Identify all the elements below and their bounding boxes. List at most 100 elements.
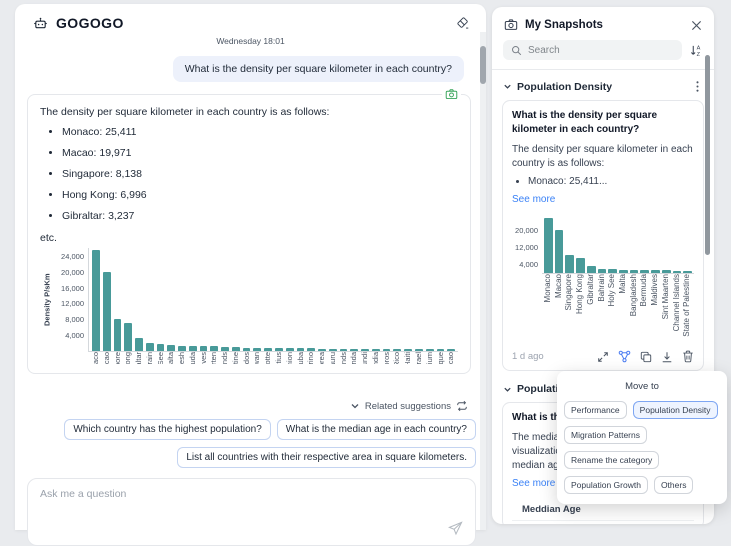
suggestion-chip[interactable]: List all countries with their respective… xyxy=(177,447,476,468)
bar xyxy=(286,348,294,351)
bar xyxy=(297,348,305,351)
sidebar-scrollbar-thumb[interactable] xyxy=(705,55,710,255)
snapshot-chart-title: Meddian Age xyxy=(512,504,694,521)
see-more-link[interactable]: See more xyxy=(512,194,555,205)
x-tick-label: Gibraltar xyxy=(135,352,143,364)
bar xyxy=(404,349,412,351)
snapshot-actions xyxy=(597,350,694,363)
x-tick-label: Taiwan xyxy=(253,352,261,364)
expand-icon[interactable] xyxy=(597,351,609,363)
chat-scrollbar-track[interactable] xyxy=(480,32,486,530)
x-axis-labels: MonacoMacaoSingaporeHong KongGibraltarBa… xyxy=(542,274,694,344)
y-axis-ticks: 4,00012,00020,000 xyxy=(512,217,542,274)
x-tick-label: Holy See xyxy=(608,274,617,306)
x-tick-label: Macao xyxy=(555,274,564,298)
x-tick-label: Belgium xyxy=(426,352,434,364)
camera-icon xyxy=(504,18,518,32)
x-tick-label: Maldives xyxy=(200,352,208,364)
download-icon[interactable] xyxy=(661,351,673,363)
x-tick-label: Bermuda xyxy=(640,274,649,306)
bar xyxy=(92,250,100,351)
snapshot-camera-icon[interactable] xyxy=(442,88,461,101)
sidebar-title: My Snapshots xyxy=(525,19,603,31)
category-chip[interactable]: Population Growth xyxy=(564,476,648,494)
search-input[interactable] xyxy=(528,45,674,56)
sidebar-header: My Snapshots xyxy=(492,7,714,40)
svg-text:A: A xyxy=(697,45,701,51)
chevron-down-icon[interactable] xyxy=(350,401,360,411)
x-tick-label: Singapore xyxy=(114,352,122,364)
app-title: GOGOGO xyxy=(56,15,124,31)
snapshot-age: 1 d ago xyxy=(512,351,544,362)
suggestion-row-1: Which country has the highest population… xyxy=(15,419,476,440)
category-chip[interactable]: Rename the category xyxy=(564,451,659,469)
kebab-menu-icon[interactable] xyxy=(692,80,703,93)
x-tick-label: Aruba xyxy=(297,352,305,364)
move-to-category-icon[interactable] xyxy=(618,350,631,363)
bar xyxy=(544,218,553,273)
category-chip[interactable]: Others xyxy=(654,476,694,494)
bar xyxy=(555,230,564,273)
snapshot-bullet-list: Monaco: 25,411... xyxy=(512,175,694,189)
section-population-density[interactable]: Population Density xyxy=(502,78,704,100)
x-tick-label: Malta xyxy=(167,352,175,364)
bar xyxy=(232,347,240,351)
popup-row-2: Migration Patterns xyxy=(564,426,720,444)
related-suggestions-label[interactable]: Related suggestions xyxy=(365,401,451,412)
x-tick-label: Bahrain xyxy=(146,352,154,364)
chevron-down-icon[interactable] xyxy=(503,82,512,91)
popup-row-3: Rename the category xyxy=(564,451,720,469)
send-icon[interactable] xyxy=(448,521,463,536)
snapshot-bullet: Monaco: 25,411... xyxy=(528,175,694,189)
y-axis-ticks: 4,0008,00012,00016,00020,00024,000 xyxy=(54,248,88,352)
x-tick-label: Martinique xyxy=(437,352,445,364)
x-tick-label: Sint Maarten xyxy=(662,274,671,319)
response-bullet: Hong Kong: 6,996 xyxy=(62,185,458,206)
question-input-box[interactable] xyxy=(27,478,476,546)
category-chip[interactable]: Performance xyxy=(564,401,627,419)
bar xyxy=(673,271,682,273)
chat-scrollbar-thumb[interactable] xyxy=(480,46,486,84)
bar xyxy=(307,348,315,351)
copy-icon[interactable] xyxy=(640,351,652,363)
snapshot-thumbnail-chart: 4,00012,00020,000 MonacoMacaoSingaporeHo… xyxy=(512,217,694,344)
suggestion-chip[interactable]: Which country has the highest population… xyxy=(64,419,270,440)
close-icon[interactable] xyxy=(691,20,702,31)
category-chip[interactable]: Migration Patterns xyxy=(564,426,647,444)
x-tick-label: Reunion xyxy=(286,352,294,364)
x-tick-label: Curacao xyxy=(447,352,455,364)
move-to-popup: Move to PerformancePopulation Density Mi… xyxy=(557,371,727,504)
bar xyxy=(426,349,434,351)
bar xyxy=(103,272,111,351)
section-label: Population Density xyxy=(517,81,612,93)
x-tick-label: Puerto Rico xyxy=(393,352,401,364)
trash-icon[interactable] xyxy=(682,350,694,363)
response-intro: The density per square kilometer in each… xyxy=(40,106,458,118)
x-axis-labels: MonacoMacaoSingaporeHong KongGibraltarBa… xyxy=(89,352,458,364)
bar xyxy=(124,323,132,351)
y-tick: 20,000 xyxy=(61,268,84,277)
refresh-icon[interactable] xyxy=(456,400,468,412)
see-more-link[interactable]: See more xyxy=(512,478,555,489)
bar xyxy=(318,349,326,351)
y-tick: 16,000 xyxy=(61,284,84,293)
question-input[interactable] xyxy=(40,488,421,518)
search-box[interactable] xyxy=(503,40,682,60)
x-tick-label: Haiti xyxy=(404,352,412,364)
eraser-icon[interactable] xyxy=(456,16,470,30)
x-tick-label: Burundi xyxy=(361,352,369,364)
bar xyxy=(393,349,401,351)
sort-icon[interactable]: A Z xyxy=(690,44,703,57)
y-tick: 4,000 xyxy=(65,331,84,340)
suggestion-chip[interactable]: What is the median age in each country? xyxy=(277,419,476,440)
chevron-down-icon[interactable] xyxy=(503,385,512,394)
bar xyxy=(243,348,251,351)
category-chip[interactable]: Population Density xyxy=(633,401,718,419)
plot-area xyxy=(542,217,694,274)
bar xyxy=(350,349,358,351)
x-tick-label: Barbados xyxy=(243,352,251,364)
bar xyxy=(200,346,208,351)
x-tick-label: Mayotte xyxy=(264,352,272,364)
x-tick-label: Singapore xyxy=(565,274,574,310)
snapshot-card[interactable]: What is the density per square kilometer… xyxy=(502,100,704,371)
